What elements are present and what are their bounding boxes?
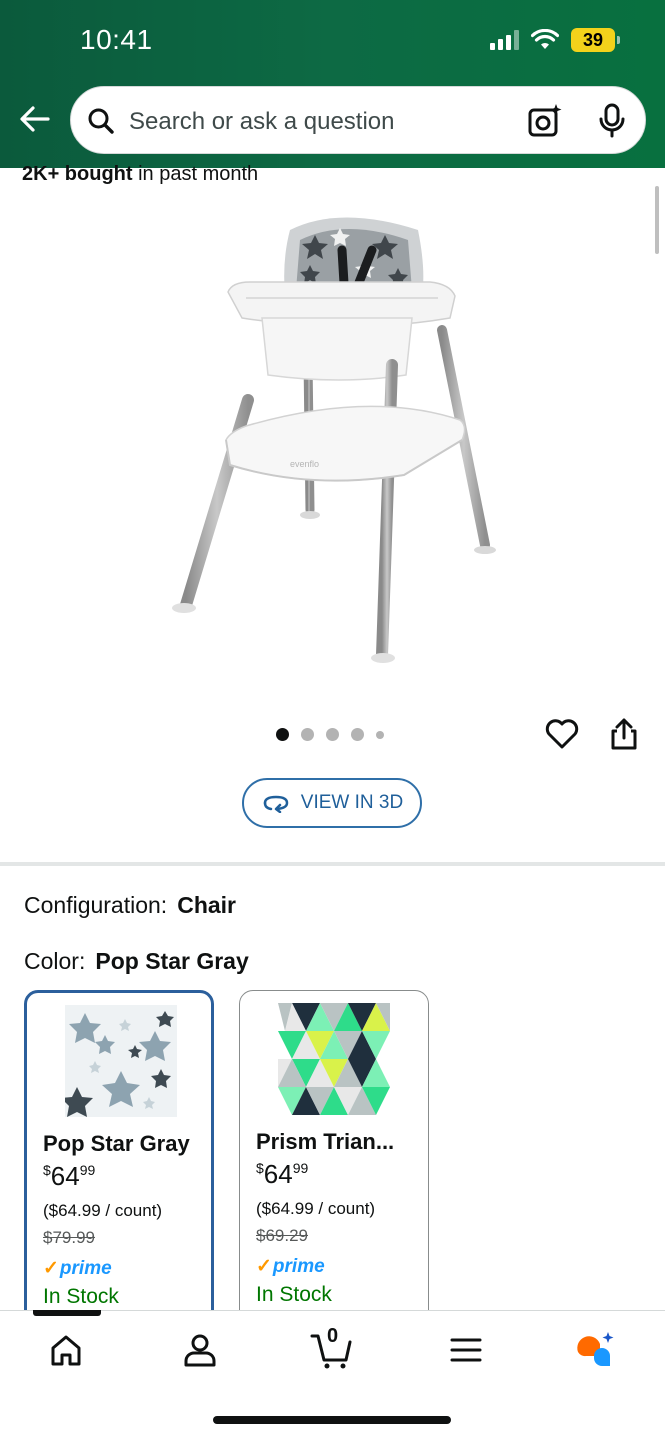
- back-arrow-icon[interactable]: [18, 102, 52, 136]
- color-swatch-pop-star-gray[interactable]: Pop Star Gray $6499 ($64.99 / count) $79…: [24, 990, 214, 1330]
- rotate-3d-icon: [263, 795, 289, 813]
- pagination-dot-5[interactable]: [376, 730, 384, 739]
- color-swatch-prism-triangles[interactable]: Prism Trian... $6499 ($64.99 / count) $6…: [239, 990, 429, 1330]
- pagination-dot-1[interactable]: [276, 728, 289, 741]
- share-icon[interactable]: [606, 716, 642, 752]
- microphone-icon[interactable]: [597, 103, 627, 139]
- pop-star-gray-pattern-image: [65, 1005, 177, 1117]
- menu-icon[interactable]: [446, 1330, 486, 1370]
- scrollbar[interactable]: [655, 186, 659, 254]
- section-divider: [0, 862, 665, 866]
- bought-suffix: in past month: [138, 163, 259, 185]
- heart-icon[interactable]: [544, 716, 580, 752]
- status-icons: 39: [490, 28, 620, 52]
- swatch-unit-price: ($64.99 / count): [256, 1199, 376, 1218]
- swatch-name: Prism Trian...: [256, 1129, 395, 1154]
- view-in-3d-label: VIEW IN 3D: [300, 792, 404, 813]
- prime-check-icon: ✓: [43, 1258, 59, 1279]
- pagination-dot-4[interactable]: [351, 728, 364, 741]
- image-pagination-dots[interactable]: [276, 728, 384, 741]
- wifi-icon: [531, 29, 559, 49]
- swatch-list-price: $79.99: [43, 1228, 95, 1247]
- search-icon: [88, 108, 114, 134]
- color-selector: Color: Pop Star Gray: [24, 948, 249, 975]
- configuration-value: Chair: [177, 892, 236, 918]
- account-icon[interactable]: [180, 1330, 220, 1370]
- pagination-dot-3[interactable]: [326, 728, 339, 741]
- swatch-price: $6499: [256, 1159, 309, 1189]
- stock-status: In Stock: [43, 1285, 119, 1308]
- active-tab-indicator: [33, 1310, 101, 1316]
- swatch-price: $6499: [43, 1161, 96, 1191]
- home-indicator: [213, 1416, 451, 1424]
- prism-triangles-pattern-image: [278, 1003, 390, 1115]
- top-header: 10:41 39 Search or ask a question: [0, 0, 665, 168]
- stock-status: In Stock: [256, 1283, 332, 1306]
- cellular-signal-icon: [490, 30, 519, 50]
- status-time: 10:41: [80, 24, 153, 55]
- svg-text:evenflo: evenflo: [290, 459, 319, 469]
- color-label: Color:: [24, 948, 86, 974]
- home-icon[interactable]: [46, 1330, 86, 1370]
- product-image[interactable]: evenflo: [150, 200, 510, 670]
- pagination-dot-2[interactable]: [301, 728, 314, 741]
- bought-in-past-month: 2K+ bought in past month: [22, 163, 258, 186]
- view-in-3d-button[interactable]: VIEW IN 3D: [242, 778, 422, 828]
- swatch-list-price: $69.29: [256, 1226, 308, 1245]
- battery-icon: 39: [571, 28, 620, 52]
- prime-badge: ✓prime: [256, 1256, 325, 1277]
- search-bar[interactable]: Search or ask a question: [70, 86, 646, 154]
- prime-check-icon: ✓: [256, 1256, 272, 1277]
- cart-count: 0: [327, 1325, 339, 1347]
- swatch-unit-price: ($64.99 / count): [43, 1201, 163, 1220]
- camera-lens-icon[interactable]: [527, 103, 563, 139]
- bought-count: 2K+ bought: [22, 163, 133, 185]
- swatch-name: Pop Star Gray: [43, 1131, 190, 1156]
- color-value: Pop Star Gray: [95, 948, 249, 974]
- rufus-assistant-icon[interactable]: [574, 1330, 614, 1370]
- configuration-label: Configuration:: [24, 892, 168, 918]
- prime-badge: ✓prime: [43, 1258, 112, 1279]
- search-input[interactable]: Search or ask a question: [129, 108, 395, 136]
- configuration-selector: Configuration: Chair: [24, 892, 236, 919]
